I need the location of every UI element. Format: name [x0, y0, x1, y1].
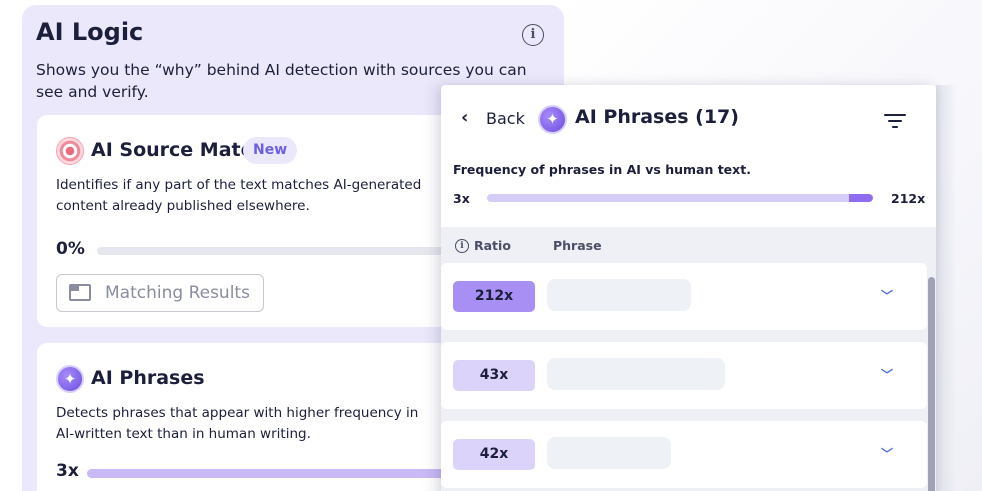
phrase-placeholder	[547, 279, 691, 311]
chevron-down-icon[interactable]: ﹀	[881, 366, 893, 383]
ai-phrases-card[interactable]: ✦ AI Phrases 1 Detects phrases that appe…	[37, 343, 487, 491]
ai-phrases-panel: ‹ Back ✦ AI Phrases (17) Frequency of ph…	[441, 85, 936, 491]
list-item[interactable]: 43x ﹀	[441, 342, 927, 409]
info-icon[interactable]: i	[455, 239, 469, 253]
ratio-badge: 42x	[453, 439, 535, 470]
phrase-list: i Ratio Phrase 212x ﹀ 43x ﹀ 42x ﹀	[441, 227, 936, 491]
card-title: AI Source Match	[91, 139, 266, 161]
matching-results-button[interactable]: Matching Results	[56, 274, 264, 312]
sparkle-icon: ✦	[538, 105, 567, 134]
match-percent: 0%	[56, 239, 85, 259]
frequency-fill	[849, 194, 873, 202]
list-item[interactable]: 42x ﹀	[441, 421, 927, 488]
panel-title: AI Logic	[36, 18, 144, 46]
card-title: AI Phrases	[91, 367, 205, 389]
card-description: Identifies if any part of the text match…	[56, 177, 422, 214]
phrase-placeholder	[547, 358, 725, 390]
scrollbar[interactable]	[928, 277, 935, 491]
ai-source-match-card: AI Source Match New Identifies if any pa…	[37, 115, 497, 327]
match-progress-track	[97, 247, 497, 255]
chevron-down-icon[interactable]: ﹀	[881, 445, 893, 462]
new-badge: New	[243, 137, 298, 164]
source-match-icon	[56, 137, 84, 165]
panel-shadow	[936, 85, 956, 491]
frequency-label: Frequency of phrases in AI vs human text…	[453, 162, 751, 177]
phrase-frequency-track	[87, 469, 487, 478]
frequency-min: 3x	[453, 191, 470, 206]
ratio-badge: 212x	[453, 281, 535, 312]
card-description: Detects phrases that appear with higher …	[56, 405, 419, 442]
list-item[interactable]: 212x ﹀	[441, 263, 927, 330]
info-icon[interactable]: i	[522, 24, 544, 46]
column-header-phrase[interactable]: Phrase	[553, 238, 602, 253]
ratio-badge: 43x	[453, 360, 535, 391]
filter-icon[interactable]	[884, 114, 906, 130]
frequency-track	[487, 194, 873, 202]
chevron-down-icon[interactable]: ﹀	[881, 287, 893, 304]
phrase-placeholder	[547, 437, 671, 469]
panel-title: AI Phrases (17)	[575, 106, 739, 128]
window-icon	[69, 284, 91, 301]
back-button[interactable]: Back	[486, 109, 525, 128]
column-header-ratio[interactable]: Ratio	[474, 238, 511, 253]
frequency-max: 212x	[891, 191, 926, 206]
button-label: Matching Results	[105, 283, 250, 303]
min-ratio: 3x	[56, 461, 79, 481]
sparkle-icon: ✦	[56, 365, 84, 393]
chevron-left-icon[interactable]: ‹	[461, 107, 468, 128]
